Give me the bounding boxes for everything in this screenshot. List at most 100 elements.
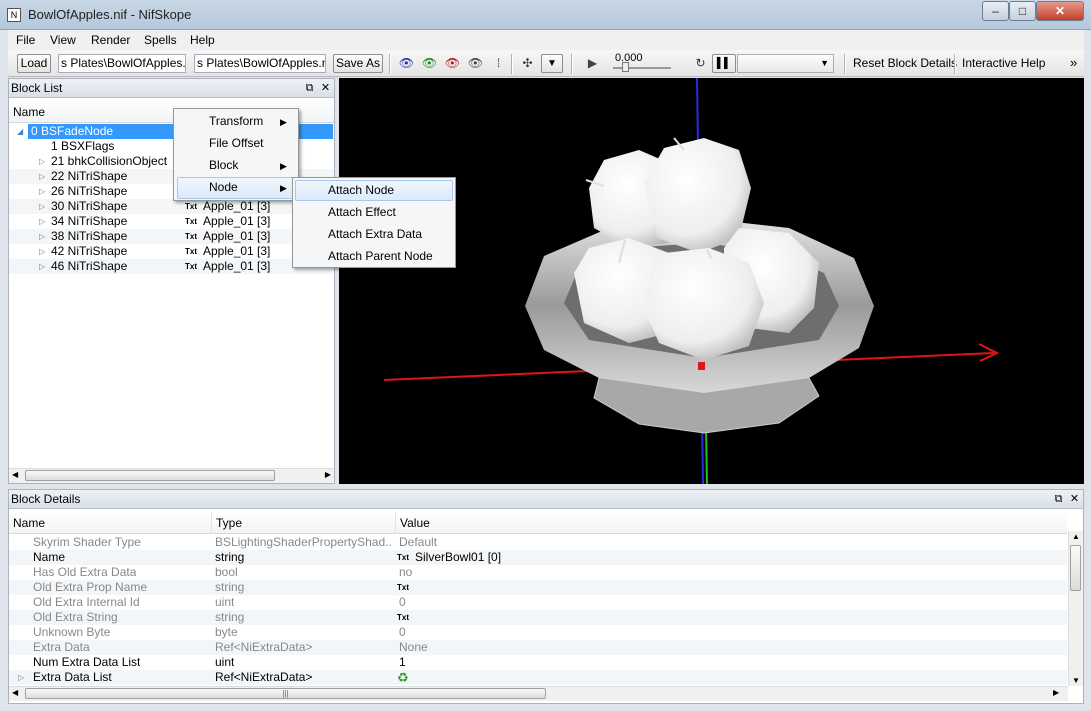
save-as-button[interactable]: Save As: [333, 54, 383, 73]
collapsed-arrow-icon[interactable]: ▷: [39, 184, 45, 199]
menu-item-file-offset[interactable]: File Offset: [209, 132, 263, 154]
detail-value[interactable]: 1: [399, 655, 406, 670]
collapsed-arrow-icon[interactable]: ▷: [39, 259, 45, 274]
tree-row[interactable]: ▷ 42 NiTriShape Txt Apple_01 [3]: [9, 244, 334, 259]
loop-icon[interactable]: ↻: [692, 56, 709, 71]
view-dropdown-button[interactable]: ▼: [541, 54, 563, 73]
scroll-down-icon[interactable]: ▼: [1072, 676, 1080, 685]
detail-row[interactable]: ▷ Extra Data List Ref<NiExtraData> ♻: [9, 670, 1067, 685]
attach-parent-node-item[interactable]: Attach Parent Node: [328, 245, 433, 267]
window-title: BowlOfApples.nif - NifSkope: [28, 7, 192, 22]
detail-row[interactable]: Unknown Byte byte 0: [9, 625, 1067, 640]
maximize-button[interactable]: □: [1009, 1, 1036, 21]
detail-name: Num Extra Data List: [33, 655, 141, 669]
float-panel-icon[interactable]: ⧉: [1052, 492, 1065, 506]
col-header-name[interactable]: Name: [9, 512, 211, 534]
detail-type: string: [215, 610, 245, 624]
tree-row[interactable]: ▷ 30 NiTriShape Txt Apple_01 [3]: [9, 199, 334, 214]
collapsed-arrow-icon[interactable]: ▷: [39, 214, 45, 229]
collapsed-arrow-icon[interactable]: ▷: [39, 229, 45, 244]
block-details-hscrollbar[interactable]: ◀ ||| ▶: [9, 686, 1068, 701]
collapsed-arrow-icon[interactable]: ▷: [39, 154, 45, 169]
attach-node-item[interactable]: Attach Node: [328, 179, 394, 201]
attach-extra-data-item[interactable]: Attach Extra Data: [328, 223, 422, 245]
close-button[interactable]: ✕: [1036, 1, 1084, 21]
close-panel-icon[interactable]: ✕: [1068, 492, 1081, 506]
detail-row[interactable]: Name string Txt SilverBowl01 [0]: [9, 550, 1067, 565]
save-path-input[interactable]: s Plates\BowlOfApples.nif: [194, 54, 326, 73]
detail-row[interactable]: Num Extra Data List uint 1: [9, 655, 1067, 670]
interactive-help-button[interactable]: Interactive Help: [962, 56, 1045, 70]
tree-label: 26 NiTriShape: [51, 184, 128, 198]
toolbar-overflow-button[interactable]: »: [1070, 55, 1077, 70]
toolbar-separator: [954, 54, 956, 74]
tree-row[interactable]: ▷ 38 NiTriShape Txt Apple_01 [3]: [9, 229, 334, 244]
scroll-thumb[interactable]: [25, 470, 275, 481]
menu-view[interactable]: View: [50, 33, 76, 47]
tree-row[interactable]: 1 BSXFlags: [51, 139, 114, 154]
detail-row[interactable]: Has Old Extra Data bool no: [9, 565, 1067, 580]
switch-icon[interactable]: ▌▌: [712, 54, 736, 73]
menu-file[interactable]: File: [16, 33, 35, 47]
tree-row[interactable]: ▷ 34 NiTriShape Txt Apple_01 [3]: [9, 214, 334, 229]
detail-value: no: [399, 565, 413, 579]
txt-badge: Txt: [185, 247, 197, 256]
detail-row[interactable]: Old Extra String string Txt: [9, 610, 1067, 625]
detail-row[interactable]: Old Extra Prop Name string Txt: [9, 580, 1067, 595]
col-header-type[interactable]: Type: [211, 512, 395, 534]
load-button[interactable]: Load: [17, 54, 51, 73]
tree-row[interactable]: ▷ 46 NiTriShape Txt Apple_01 [3]: [9, 259, 334, 274]
menu-item-transform[interactable]: Transform: [209, 110, 263, 132]
scroll-left-icon[interactable]: ◀: [12, 688, 18, 697]
play-icon[interactable]: ▶: [584, 56, 601, 71]
float-panel-icon[interactable]: ⧉: [303, 81, 316, 95]
block-list-hscrollbar[interactable]: ◀ ▶: [9, 468, 334, 483]
apple-shape: [646, 248, 764, 360]
menu-help[interactable]: Help: [190, 33, 215, 47]
detail-row[interactable]: Extra Data Ref<NiExtraData> None: [9, 640, 1067, 655]
animation-select[interactable]: ▼: [737, 54, 834, 73]
collapsed-arrow-icon[interactable]: ▷: [18, 670, 24, 685]
collapsed-arrow-icon[interactable]: ▷: [39, 169, 45, 184]
eye-green-icon[interactable]: 👁: [421, 56, 438, 71]
tree-value: Apple_01 [3]: [203, 229, 271, 243]
menu-item-node[interactable]: Node: [209, 176, 238, 198]
detail-row[interactable]: Old Extra Internal Id uint 0: [9, 595, 1067, 610]
collapsed-arrow-icon[interactable]: ▷: [39, 199, 45, 214]
axes-icon[interactable]: ✣: [519, 56, 536, 71]
attach-effect-item[interactable]: Attach Effect: [328, 201, 396, 223]
scroll-thumb[interactable]: |||: [25, 688, 546, 699]
footprints-icon[interactable]: ⁞: [490, 56, 507, 71]
submenu-arrow-icon: ▶: [280, 183, 287, 193]
menu-item-block[interactable]: Block: [209, 154, 238, 176]
scroll-thumb[interactable]: [1070, 545, 1081, 591]
block-details-vscrollbar[interactable]: ▲ ▼: [1068, 531, 1083, 686]
close-panel-icon[interactable]: ✕: [319, 81, 332, 95]
minimize-button[interactable]: –: [982, 1, 1009, 21]
detail-row[interactable]: Skyrim Shader Type BSLightingShaderPrope…: [9, 535, 1067, 550]
scroll-left-icon[interactable]: ◀: [12, 470, 18, 479]
tree-label: 42 NiTriShape: [51, 244, 128, 258]
reset-block-details-button[interactable]: Reset Block Details: [853, 56, 957, 70]
scroll-right-icon[interactable]: ▶: [325, 470, 331, 479]
time-slider-handle[interactable]: [622, 62, 629, 72]
submenu-arrow-icon: ▶: [280, 117, 287, 127]
detail-value[interactable]: SilverBowl01 [0]: [415, 550, 501, 565]
render-viewport[interactable]: [339, 78, 1084, 484]
collapsed-arrow-icon[interactable]: ▷: [39, 244, 45, 259]
eye-gray-icon[interactable]: 👁: [467, 56, 484, 71]
scroll-up-icon[interactable]: ▲: [1072, 532, 1080, 541]
nifskope-icon: N: [7, 8, 21, 22]
detail-name: Old Extra Internal Id: [33, 595, 140, 609]
col-header-value[interactable]: Value: [395, 512, 1067, 534]
menu-spells[interactable]: Spells: [144, 33, 177, 47]
link-icon[interactable]: ♻: [397, 670, 409, 685]
eye-red-icon[interactable]: 👁: [444, 56, 461, 71]
title-bar[interactable]: N BowlOfApples.nif - NifSkope – □ ✕: [0, 0, 1091, 30]
expanded-arrow-icon[interactable]: ◢: [17, 124, 23, 139]
tree-label: 21 bhkCollisionObject: [51, 154, 168, 168]
menu-render[interactable]: Render: [91, 33, 130, 47]
scroll-right-icon[interactable]: ▶: [1053, 688, 1059, 697]
load-path-input[interactable]: s Plates\BowlOfApples.nif: [58, 54, 186, 73]
eye-blue-icon[interactable]: 👁: [398, 56, 415, 71]
